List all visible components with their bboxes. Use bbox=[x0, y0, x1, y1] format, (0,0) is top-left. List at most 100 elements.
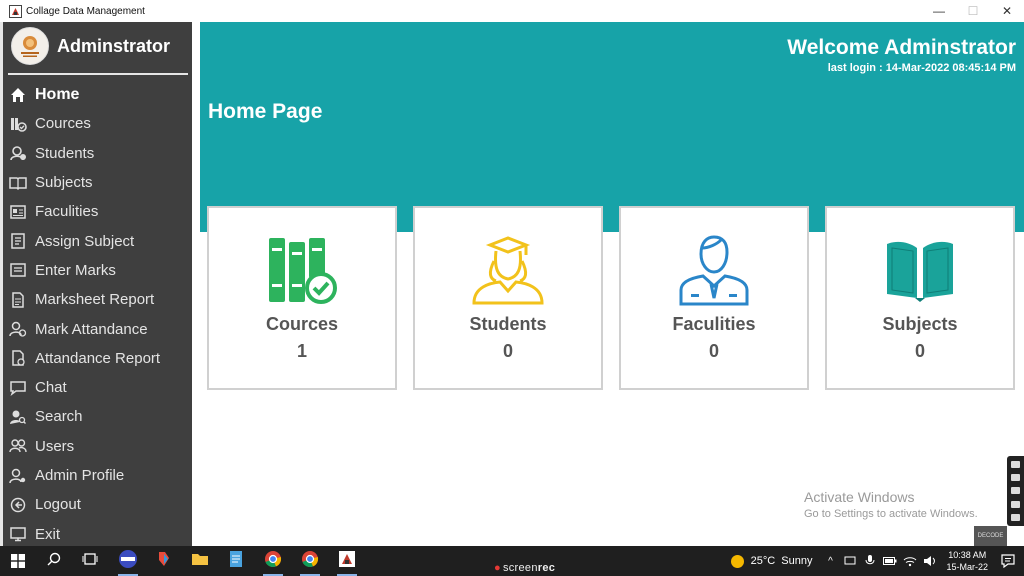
card-label: Students bbox=[469, 314, 547, 334]
watermark-line2: Go to Settings to activate Windows. bbox=[804, 508, 978, 520]
faculty-icon bbox=[621, 234, 807, 306]
card-count: 0 bbox=[708, 341, 719, 361]
sidebar-item-chat[interactable]: Chat bbox=[8, 373, 192, 402]
card-label: Faculities bbox=[672, 314, 756, 334]
sidebar-item-search[interactable]: Search bbox=[8, 402, 192, 431]
task-view-button[interactable] bbox=[72, 546, 108, 576]
volume-icon[interactable] bbox=[922, 553, 938, 569]
admin-name: Adminstrator bbox=[57, 35, 171, 56]
header-banner: Welcome Adminstrator last login : 14-Mar… bbox=[200, 22, 1024, 232]
sidebar-item-subjects[interactable]: Subjects bbox=[8, 168, 192, 197]
gear-icon[interactable] bbox=[1011, 513, 1020, 521]
app-icon bbox=[118, 549, 138, 574]
card-faculities[interactable]: Faculities 0 bbox=[619, 206, 809, 390]
sidebar-item-exit[interactable]: Exit bbox=[8, 519, 192, 548]
exit-icon bbox=[8, 524, 28, 544]
minimize-button[interactable]: — bbox=[922, 0, 956, 22]
chrome-profile-button[interactable] bbox=[292, 546, 328, 576]
weather-temp: 25°C bbox=[750, 555, 776, 567]
books-check-icon bbox=[8, 114, 28, 134]
sidebar-edge bbox=[0, 22, 3, 546]
sidebar-item-enter-marks[interactable]: Enter Marks bbox=[8, 256, 192, 285]
sidebar-item-students[interactable]: Students bbox=[8, 139, 192, 168]
sidebar-item-home[interactable]: Home bbox=[8, 80, 192, 109]
decode-badge: DECODE bbox=[974, 526, 1007, 546]
sidebar-item-label: Chat bbox=[35, 379, 67, 397]
wifi-icon[interactable] bbox=[902, 553, 918, 569]
screenrec-text-a: screen bbox=[502, 562, 538, 574]
sidebar-item-logout[interactable]: Logout bbox=[8, 490, 192, 519]
sidebar-item-users[interactable]: Users bbox=[8, 432, 192, 461]
sidebar-item-attandance-report[interactable]: Attandance Report bbox=[8, 344, 192, 373]
sidebar-item-label: Mark Attandance bbox=[35, 320, 148, 338]
weather-desc: Sunny bbox=[781, 555, 813, 567]
search-button[interactable] bbox=[36, 546, 72, 576]
sidebar-item-assign-subject[interactable]: Assign Subject bbox=[8, 226, 192, 255]
sidebar-item-label: Search bbox=[35, 408, 83, 426]
sidebar-item-faculities[interactable]: Faculities bbox=[8, 197, 192, 226]
sidebar-item-label: Attandance Report bbox=[35, 349, 161, 367]
taskbar: ● screenrec 25°C Sunny ^ 10:38 AM 15-Mar-… bbox=[0, 546, 1024, 576]
student-graduate-icon bbox=[415, 234, 601, 306]
activate-windows-watermark: Activate Windows Go to Settings to activ… bbox=[804, 489, 978, 520]
video-icon[interactable] bbox=[1011, 487, 1020, 495]
card-count: 0 bbox=[502, 341, 513, 361]
sidebar-item-label: Users bbox=[35, 437, 75, 455]
sidebar-item-label: Faculities bbox=[35, 203, 99, 221]
report-icon bbox=[8, 290, 28, 310]
close-button[interactable]: ✕ bbox=[990, 0, 1024, 22]
taskbar-app-2[interactable] bbox=[146, 546, 182, 576]
dashboard-cards: Cources 1 Students 0 Faculities 0 Subjec… bbox=[207, 206, 1019, 390]
card-cources[interactable]: Cources 1 bbox=[207, 206, 397, 390]
sidebar-menu: Home Cources Students Subjects Faculitie… bbox=[8, 80, 192, 549]
battery-icon[interactable] bbox=[882, 553, 898, 569]
sidebar-item-label: Assign Subject bbox=[35, 232, 135, 250]
sidebar-item-mark-attandance[interactable]: Mark Attandance bbox=[8, 314, 192, 343]
taskbar-app-notepad[interactable] bbox=[218, 546, 254, 576]
pen-icon[interactable] bbox=[1011, 461, 1020, 469]
screen-recorder-widget[interactable] bbox=[1007, 456, 1024, 526]
welcome-text: Welcome Adminstrator bbox=[787, 36, 1016, 59]
camera-icon[interactable] bbox=[1011, 474, 1020, 482]
sun-icon bbox=[730, 554, 744, 568]
chrome-button[interactable] bbox=[255, 546, 291, 576]
main-content: Welcome Adminstrator last login : 14-Mar… bbox=[192, 22, 1024, 546]
attendance-report-icon bbox=[8, 348, 28, 368]
search-user-icon bbox=[8, 407, 28, 427]
open-book-icon bbox=[8, 173, 28, 193]
microphone-icon[interactable] bbox=[862, 553, 878, 569]
card-subjects[interactable]: Subjects 0 bbox=[825, 206, 1015, 390]
clock-time: 10:38 AM bbox=[948, 550, 987, 560]
taskbar-clock[interactable]: 10:38 AM 15-Mar-22 bbox=[946, 549, 988, 573]
app-icon bbox=[155, 550, 173, 573]
sidebar-item-admin-profile[interactable]: Admin Profile bbox=[8, 461, 192, 490]
sidebar-item-label: Enter Marks bbox=[35, 261, 116, 279]
app-window: Collage Data Management — ☐ ✕ Adminstrat… bbox=[0, 0, 1024, 546]
start-button[interactable] bbox=[0, 546, 36, 576]
sidebar-item-label: Marksheet Report bbox=[35, 291, 155, 309]
chevron-up-icon[interactable]: ^ bbox=[822, 553, 838, 569]
chrome-icon bbox=[301, 550, 319, 573]
users-icon bbox=[8, 436, 28, 456]
system-tray: 25°C Sunny ^ 10:38 AM 15-Mar-22 bbox=[730, 546, 1024, 576]
sidebar-item-label: Exit bbox=[35, 525, 61, 543]
taskbar-app-1[interactable] bbox=[110, 546, 146, 576]
file-explorer-button[interactable] bbox=[182, 546, 218, 576]
sidebar-item-marksheet-report[interactable]: Marksheet Report bbox=[8, 285, 192, 314]
card-students[interactable]: Students 0 bbox=[413, 206, 603, 390]
sidebar-item-label: Logout bbox=[35, 496, 81, 514]
avatar bbox=[11, 27, 49, 65]
notification-icon[interactable] bbox=[1000, 553, 1016, 569]
taskbar-app-current[interactable] bbox=[329, 546, 365, 576]
sidebar-item-label: Home bbox=[35, 85, 80, 103]
task-view-icon bbox=[82, 552, 98, 571]
chrome-icon bbox=[264, 550, 282, 573]
window-icon[interactable] bbox=[1011, 500, 1020, 508]
maximize-button[interactable]: ☐ bbox=[956, 0, 990, 22]
sidebar-item-label: Subjects bbox=[35, 174, 93, 192]
app-icon bbox=[338, 550, 356, 573]
card-label: Subjects bbox=[882, 314, 958, 334]
weather-widget[interactable]: 25°C Sunny bbox=[730, 554, 813, 568]
meet-now-icon[interactable] bbox=[842, 553, 858, 569]
sidebar-item-cources[interactable]: Cources bbox=[8, 109, 192, 138]
